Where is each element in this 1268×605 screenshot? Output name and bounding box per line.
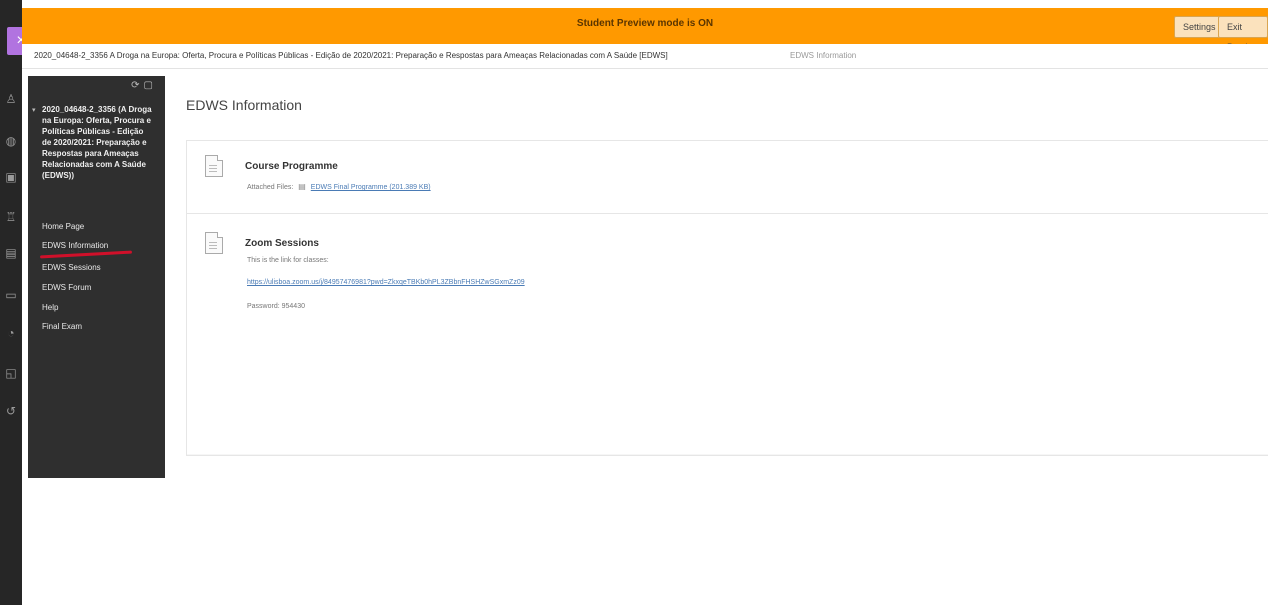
attached-files-row: Attached Files: ▤ EDWS Final Programme (…	[247, 182, 431, 191]
menu-item-final-exam[interactable]: Final Exam	[42, 321, 158, 333]
global-nav-rail: × ♙ ◍ ▣ ♖ ▤ ▭ ◔ ◱ ↺	[0, 0, 35, 605]
course-menu: ⟳▢ ▾ 2020_04648-2_3356 (A Droga na Europ…	[28, 76, 165, 478]
attached-file-link[interactable]: EDWS Final Programme (201.389 KB)	[311, 184, 431, 191]
page-title: EDWS Information	[186, 97, 302, 113]
menu-item-help[interactable]: Help	[42, 302, 158, 314]
menu-item-edws-sessions[interactable]: EDWS Sessions	[42, 262, 158, 274]
calendar-icon[interactable]: ▤	[4, 246, 18, 260]
courses-icon[interactable]: ▣	[4, 170, 18, 184]
organizations-icon[interactable]: ♖	[4, 210, 18, 224]
breadcrumb-course-link[interactable]: 2020_04648-2_3356 A Droga na Europa: Ofe…	[34, 44, 668, 68]
preview-status-text: Student Preview mode is ON	[576, 18, 714, 29]
item-title[interactable]: Zoom Sessions	[245, 238, 319, 249]
content-list: Course Programme Attached Files: ▤ EDWS …	[186, 140, 1268, 456]
content-item-course-programme: Course Programme Attached Files: ▤ EDWS …	[187, 141, 1268, 214]
item-title[interactable]: Course Programme	[245, 161, 338, 172]
document-icon	[205, 232, 223, 254]
menu-item-home-page[interactable]: Home Page	[42, 221, 158, 233]
collapse-caret-icon[interactable]: ▾	[32, 106, 36, 114]
file-icon: ▤	[298, 182, 306, 191]
menu-item-edws-forum[interactable]: EDWS Forum	[42, 282, 158, 294]
preview-settings-button[interactable]: Settings	[1174, 16, 1225, 38]
grades-icon[interactable]: ◔	[4, 326, 18, 340]
attached-files-label: Attached Files:	[247, 184, 294, 191]
sign-out-icon[interactable]: ↺	[4, 404, 18, 418]
tools-icon[interactable]: ◱	[4, 366, 18, 380]
breadcrumb: 2020_04648-2_3356 A Droga na Europa: Ofe…	[22, 44, 1268, 69]
user-icon[interactable]: ♙	[4, 92, 18, 106]
course-menu-title[interactable]: 2020_04648-2_3356 (A Droga na Europa: Of…	[42, 104, 152, 181]
zoom-password-text: Password: 954430	[247, 303, 305, 310]
document-icon	[205, 155, 223, 177]
menu-item-edws-information[interactable]: EDWS Information	[42, 240, 158, 252]
messages-icon[interactable]: ▭	[4, 288, 18, 302]
zoom-intro-text: This is the link for classes:	[247, 257, 329, 264]
breadcrumb-current: EDWS Information	[790, 51, 857, 60]
exit-preview-button[interactable]: Exit Preview	[1218, 16, 1268, 52]
menu-tools-icons[interactable]: ⟳▢	[131, 80, 157, 91]
student-preview-bar: Student Preview mode is ON Settings Exit…	[22, 8, 1268, 52]
globe-icon[interactable]: ◍	[4, 134, 18, 148]
content-item-zoom-sessions: Zoom Sessions This is the link for class…	[187, 214, 1268, 454]
zoom-link[interactable]: https://ulisboa.zoom.us/j/84957476981?pw…	[247, 279, 525, 286]
